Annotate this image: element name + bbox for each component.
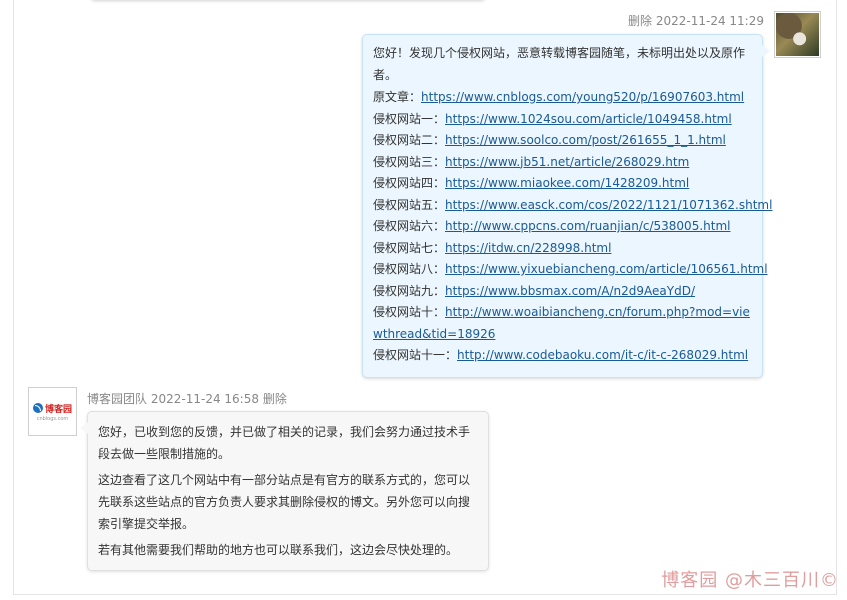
user-avatar[interactable]	[774, 11, 821, 58]
watermark: 博客园 @木三百川©	[661, 570, 839, 591]
link-line: 侵权网站七：https://itdw.cn/228998.html	[373, 238, 752, 260]
reply-timestamp: 2022-11-24 16:58	[150, 392, 259, 406]
link-label: 侵权网站十一：	[373, 348, 458, 362]
reply-delete-link[interactable]: 删除	[263, 392, 287, 406]
rss-icon	[32, 403, 43, 413]
message-meta: 删除 2022-11-24 11:29	[628, 12, 764, 29]
message-intro: 您好！发现几个侵权网站，恶意转载博客园随笔，未标明出处以及原作者。	[373, 46, 746, 82]
link-label: 侵权网站八：	[373, 262, 446, 276]
url-link[interactable]: http://www.cppcns.com/ruanjian/c/538005.…	[445, 219, 730, 233]
link-line: 侵权网站二：https://www.soolco.com/post/261655…	[373, 130, 752, 152]
link-label: 侵权网站一：	[373, 111, 446, 126]
link-label: 侵权网站五：	[373, 197, 446, 212]
message-timestamp: 2022-11-24 11:29	[655, 14, 764, 28]
logo-text: 博客园	[44, 404, 72, 415]
link-label: 侵权网站六：	[373, 219, 446, 233]
reply-paragraph-2: 这边查看了这几个网站中有一部分站点是有官方的联系方式的，您可以先联系这些站点的官…	[98, 473, 471, 531]
url-link[interactable]: https://www.yixuebiancheng.com/article/1…	[445, 262, 768, 276]
link-line: 侵权网站九：https://www.bbsmax.com/A/n2d9AeaYd…	[373, 281, 752, 303]
reply-paragraph-3: 若有其他需要我们帮助的地方也可以联系我们，这边会尽快处理的。	[98, 543, 459, 557]
link-line: 侵权网站十一：http://www.codebaoku.com/it-c/it-…	[373, 345, 752, 367]
received-message-bubble: 您好，已收到您的反馈，并已做了相关的记录，我们会努力通过技术手段去做一些限制措施…	[80, 411, 489, 571]
link-label: 侵权网站二：	[373, 133, 446, 147]
delete-link[interactable]: 删除	[628, 14, 652, 28]
url-link[interactable]: http://www.codebaoku.com/it-c/it-c-26802…	[457, 348, 748, 362]
link-label: 侵权网站九：	[373, 283, 446, 298]
link-line: 侵权网站十：http://www.woaibiancheng.cn/forum.…	[373, 302, 752, 345]
reply-paragraph-1: 您好，已收到您的反馈，并已做了相关的记录，我们会努力通过技术手段去做一些限制措施…	[98, 425, 471, 461]
link-label: 侵权网站三：	[373, 154, 446, 169]
link-label: 侵权网站四：	[373, 176, 446, 190]
url-link[interactable]: https://www.easck.com/cos/2022/1121/1071…	[445, 198, 772, 212]
logo-subtext: cnblogs.com	[36, 415, 69, 422]
link-label: 侵权网站十：	[373, 305, 446, 319]
link-line: 侵权网站三：https://www.jb51.net/article/26802…	[373, 152, 752, 174]
link-line: 侵权网站一：https://www.1024sou.com/article/10…	[373, 109, 752, 131]
link-label: 侵权网站七：	[373, 240, 446, 255]
url-link[interactable]: https://www.1024sou.com/article/1049458.…	[445, 112, 732, 126]
url-link[interactable]: https://www.jb51.net/article/268029.htm	[445, 155, 689, 169]
link-line: 侵权网站五：https://www.easck.com/cos/2022/112…	[373, 195, 772, 217]
link-list: 原文章：https://www.cnblogs.com/young520/p/1…	[373, 87, 772, 367]
link-line: 侵权网站八：https://www.yixuebiancheng.com/art…	[373, 259, 768, 281]
url-link[interactable]: https://www.miaokee.com/1428209.html	[445, 176, 689, 190]
sent-message-bubble: 您好！发现几个侵权网站，恶意转载博客园随笔，未标明出处以及原作者。 原文章：ht…	[362, 34, 772, 378]
url-link[interactable]: https://www.bbsmax.com/A/n2d9AeaYdD/	[445, 284, 695, 298]
cnblogs-avatar[interactable]: 博客园 cnblogs.com	[28, 387, 77, 436]
reply-author-link[interactable]: 博客园团队	[87, 392, 147, 406]
url-link[interactable]: https://www.soolco.com/post/261655_1_1.h…	[445, 133, 726, 147]
link-line: 侵权网站六：http://www.cppcns.com/ruanjian/c/5…	[373, 216, 752, 238]
link-line: 原文章：https://www.cnblogs.com/young520/p/1…	[373, 87, 752, 109]
url-link[interactable]: https://www.cnblogs.com/young520/p/16907…	[421, 90, 744, 104]
url-link[interactable]: https://itdw.cn/228998.html	[445, 241, 611, 255]
link-line: 侵权网站四：https://www.miaokee.com/1428209.ht…	[373, 173, 752, 195]
reply-meta: 博客园团队 2022-11-24 16:58 删除	[87, 390, 287, 407]
link-label: 原文章：	[373, 90, 422, 104]
